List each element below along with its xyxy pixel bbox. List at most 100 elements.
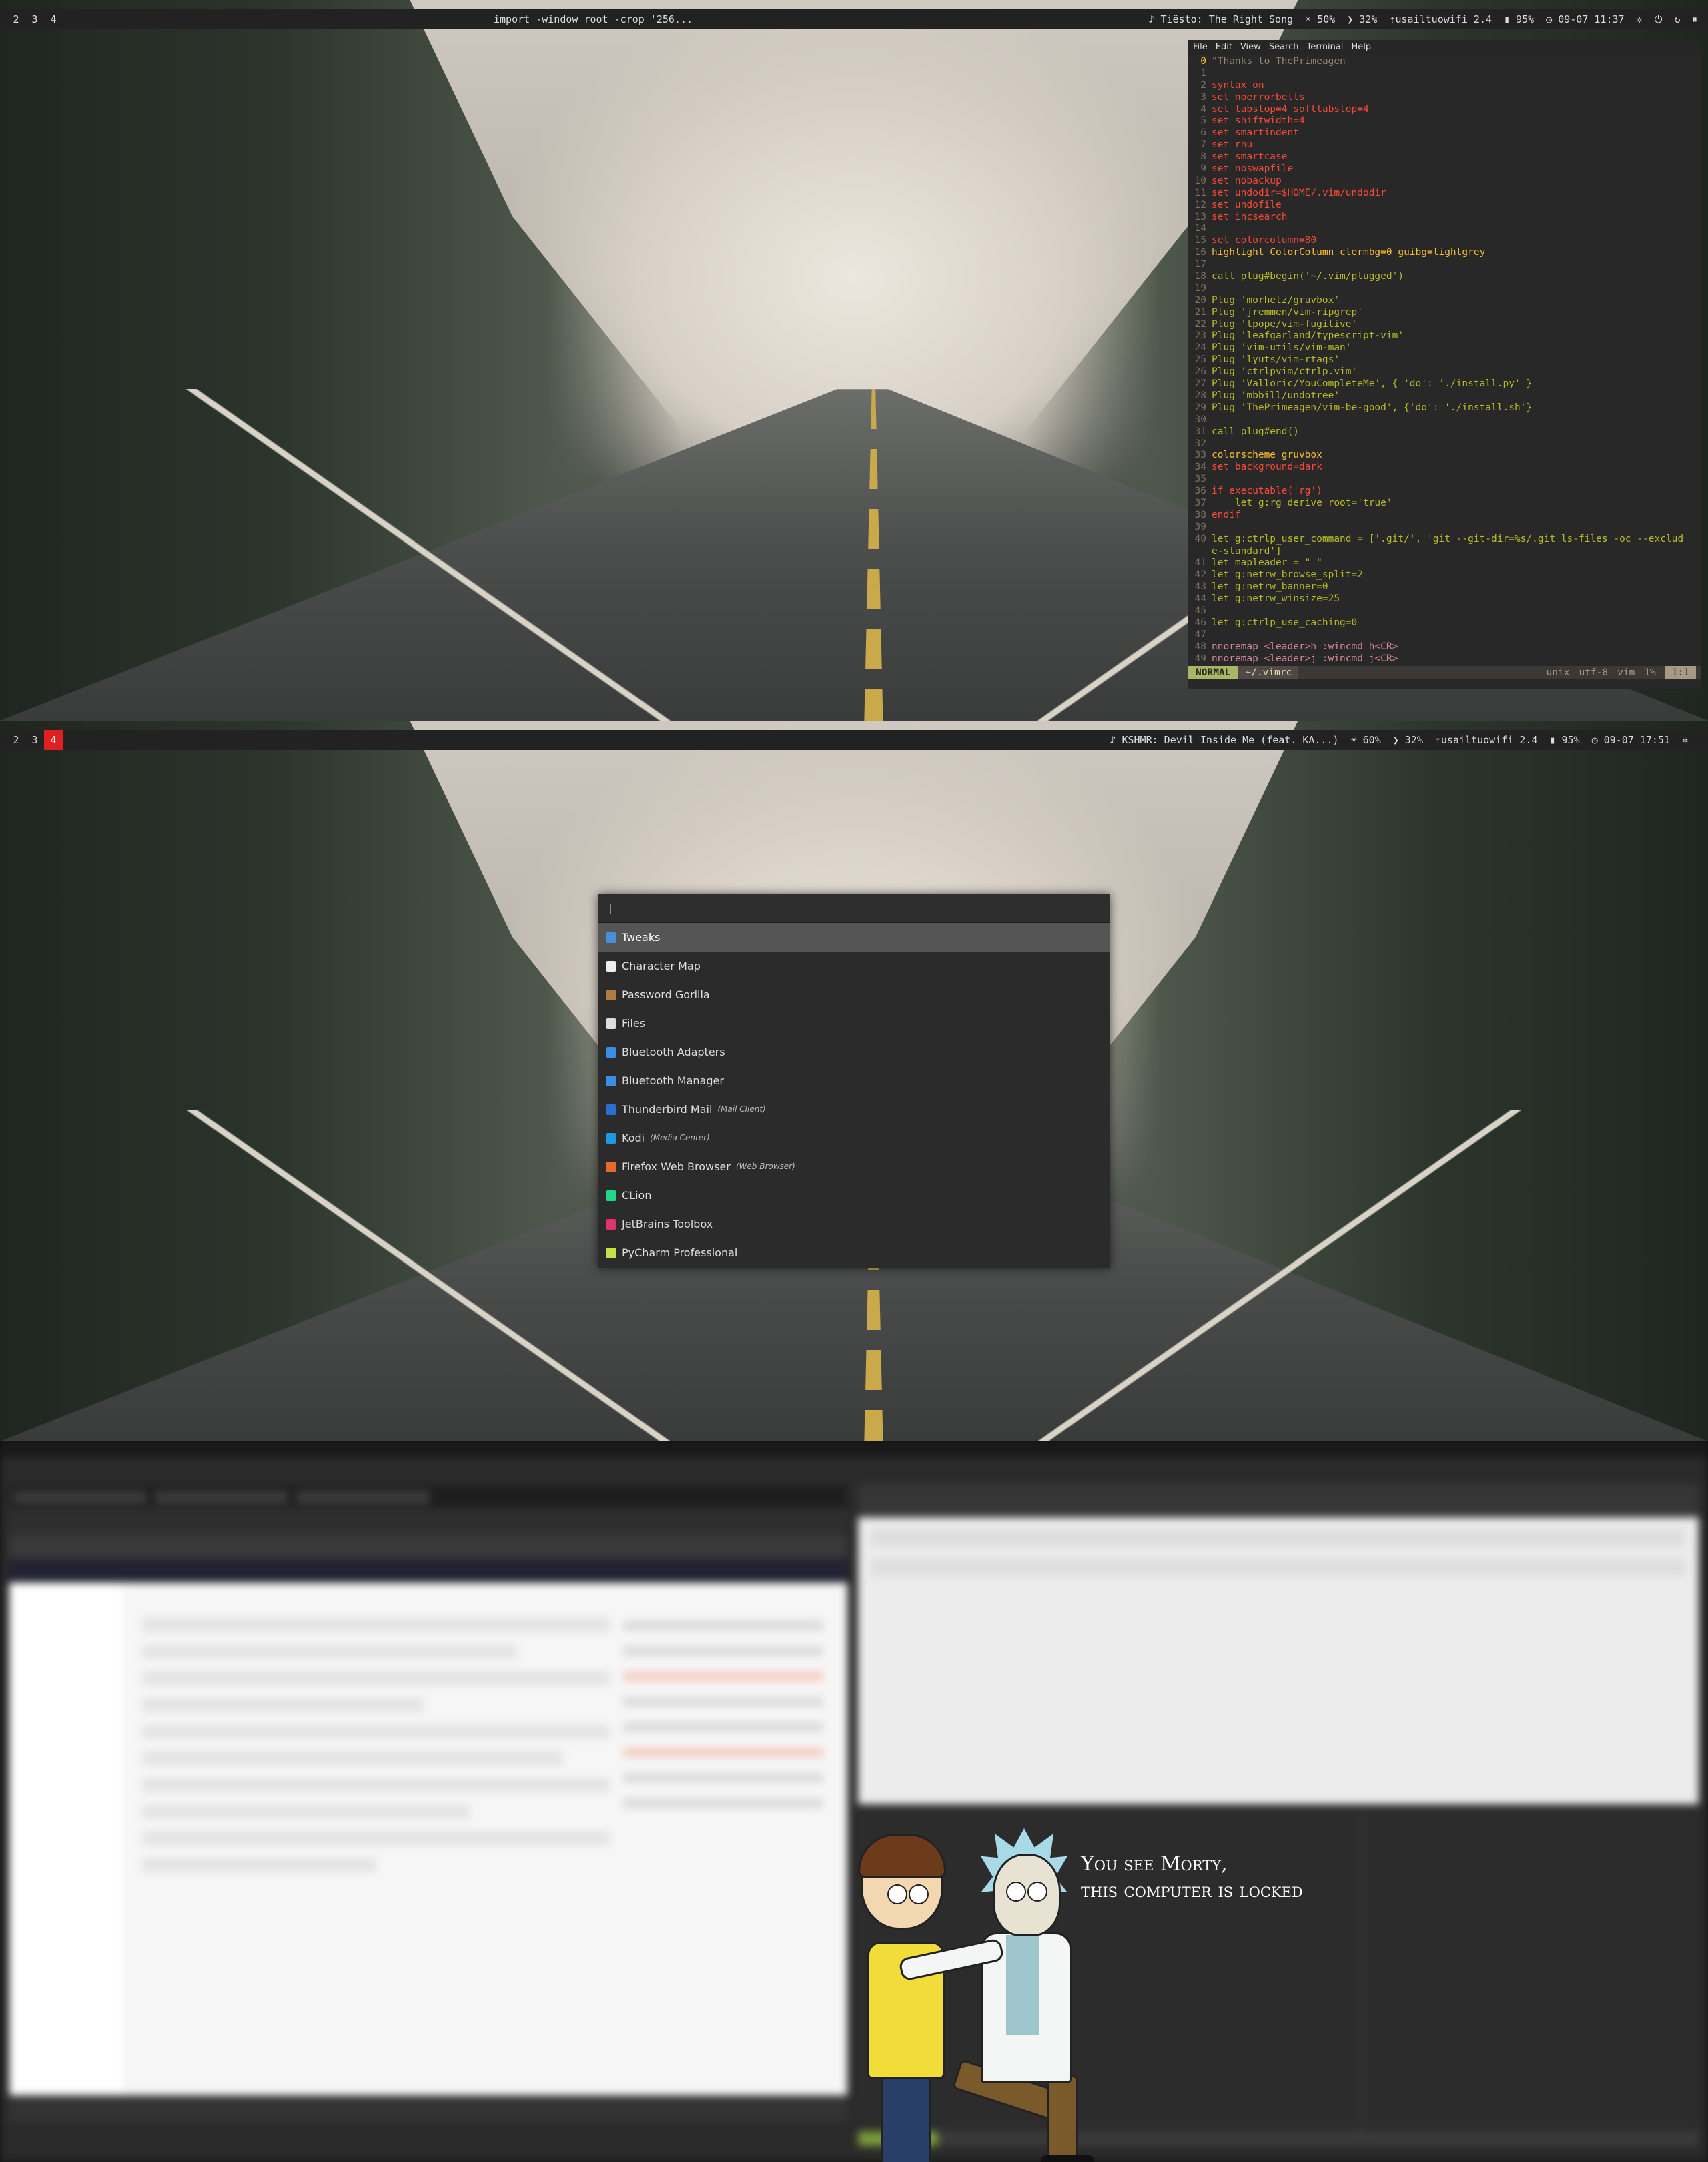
vim-line[interactable]: 0 "Thanks to ThePrimeagen: [1188, 56, 1701, 68]
vim-line[interactable]: 27 Plug 'Valloric/YouCompleteMe', { 'do':…: [1188, 378, 1701, 390]
vim-line[interactable]: 20 Plug 'morhetz/gruvbox': [1188, 295, 1701, 307]
menu-terminal[interactable]: Terminal: [1306, 40, 1343, 55]
vim-line[interactable]: 22 Plug 'tpope/vim-fugitive': [1188, 319, 1701, 331]
wifi-indicator[interactable]: ⇡usailtuowifi 2.4: [1389, 9, 1492, 29]
vim-line[interactable]: 15 set colorcolumn=80: [1188, 235, 1701, 247]
wifi-indicator[interactable]: ⇡usailtuowifi 2.4: [1435, 730, 1538, 750]
vim-line[interactable]: 46 let g:ctrlp_use_caching=0: [1188, 617, 1701, 629]
vim-line[interactable]: 34 set background=dark: [1188, 462, 1701, 474]
vim-line[interactable]: 3 set noerrorbells: [1188, 92, 1701, 104]
vim-line[interactable]: 12 set undofile: [1188, 200, 1701, 212]
workspace-button[interactable]: 3: [25, 730, 44, 750]
vim-line[interactable]: 48 nnoremap <leader>h :wincmd h<CR>: [1188, 641, 1701, 653]
workspace-button[interactable]: 3: [25, 9, 44, 29]
workspace-button[interactable]: 2: [7, 730, 25, 750]
vim-line[interactable]: 26 Plug 'ctrlpvim/ctrlp.vim': [1188, 366, 1701, 378]
launcher-item[interactable]: JetBrains Toolbox: [598, 1210, 1110, 1238]
vim-line[interactable]: 36 if executable('rg'): [1188, 486, 1701, 498]
launcher-item[interactable]: Thunderbird Mail (Mail Client): [598, 1095, 1110, 1124]
vim-line[interactable]: 21 Plug 'jremmen/vim-ripgrep': [1188, 307, 1701, 319]
vim-line[interactable]: 47: [1188, 629, 1701, 641]
vim-line[interactable]: 40 let g:ctrlp_user_command = ['.git/', '…: [1188, 534, 1701, 546]
vim-line[interactable]: 14: [1188, 223, 1701, 235]
music-now-playing[interactable]: ♪ KSHMR: Devil Inside Me (feat. KA...): [1110, 730, 1338, 750]
launcher-item[interactable]: Firefox Web Browser (Web Browser): [598, 1152, 1110, 1181]
vim-line[interactable]: 11 set undodir=$HOME/.vim/undodir: [1188, 188, 1701, 200]
vim-line[interactable]: 29 Plug 'ThePrimeagen/vim-be-good', {'do'…: [1188, 402, 1701, 414]
launcher-item-label: Password Gorilla: [622, 988, 710, 1001]
vim-line-number: 11: [1194, 187, 1206, 198]
vim-line-number: 19: [1194, 282, 1206, 294]
settings-icon[interactable]: ✲: [1682, 730, 1688, 750]
refresh-icon[interactable]: ↻: [1674, 9, 1680, 29]
vim-line[interactable]: 23 Plug 'leafgarland/typescript-vim': [1188, 330, 1701, 342]
vim-line[interactable]: 25 Plug 'lyuts/vim-rtags': [1188, 354, 1701, 366]
vim-line[interactable]: 7 set rnu: [1188, 139, 1701, 151]
workspace-button-active[interactable]: 4: [44, 730, 63, 750]
launcher-item[interactable]: Bluetooth Adapters: [598, 1038, 1110, 1066]
terminal-window[interactable]: File Edit View Search Terminal Help 0 "Th…: [1188, 40, 1701, 689]
vim-line[interactable]: 30: [1188, 414, 1701, 426]
vim-line[interactable]: 38 endif: [1188, 510, 1701, 522]
vim-line[interactable]: 45: [1188, 605, 1701, 617]
vim-fileformat: unix: [1546, 667, 1570, 678]
brightness-indicator[interactable]: ☀ 50%: [1305, 9, 1335, 29]
vim-line[interactable]: 37 let g:rg_derive_root='true': [1188, 498, 1701, 510]
vim-line[interactable]: 43 let g:netrw_banner=0: [1188, 581, 1701, 593]
menu-file[interactable]: File: [1193, 40, 1208, 55]
launcher-item[interactable]: Files: [598, 1009, 1110, 1038]
vim-line[interactable]: 8 set smartcase: [1188, 151, 1701, 163]
menu-search[interactable]: Search: [1269, 40, 1299, 55]
vim-line-number: 14: [1194, 223, 1206, 234]
vim-line[interactable]: 35: [1188, 474, 1701, 486]
vim-buffer[interactable]: 0 "Thanks to ThePrimeagen 1 2 syntax on 3 set …: [1188, 55, 1701, 665]
vim-line-number: 36: [1194, 486, 1206, 497]
launcher-item[interactable]: PyCharm Professional: [598, 1238, 1110, 1267]
launcher-search-input[interactable]: |: [598, 894, 1110, 923]
vim-line[interactable]: 5 set shiftwidth=4: [1188, 115, 1701, 127]
volume-indicator[interactable]: ❯ 32%: [1347, 9, 1377, 29]
vim-line[interactable]: 32: [1188, 438, 1701, 450]
vim-line[interactable]: 16 highlight ColorColumn ctermbg=0 guibg=…: [1188, 247, 1701, 259]
vim-line[interactable]: 13 set incsearch: [1188, 212, 1701, 224]
settings-icon[interactable]: ✲: [1637, 9, 1643, 29]
power-icon[interactable]: ⏻: [1655, 9, 1663, 29]
launcher-item[interactable]: Character Map: [598, 952, 1110, 980]
vim-line[interactable]: 39: [1188, 522, 1701, 534]
vim-line[interactable]: 10 set nobackup: [1188, 175, 1701, 188]
vim-line-number: 25: [1194, 354, 1206, 366]
clion-icon: [606, 1190, 616, 1201]
vim-line[interactable]: 24 Plug 'vim-utils/vim-man': [1188, 342, 1701, 354]
workspace-button[interactable]: 2: [7, 9, 25, 29]
launcher-item[interactable]: Tweaks: [598, 923, 1110, 952]
vim-line[interactable]: 31 call plug#end(): [1188, 426, 1701, 438]
vim-line[interactable]: 41 let mapleader = " ": [1188, 557, 1701, 569]
volume-indicator[interactable]: ❯ 32%: [1393, 730, 1423, 750]
vim-line[interactable]: 33 colorscheme gruvbox: [1188, 450, 1701, 462]
music-now-playing[interactable]: ♪ Tiësto: The Right Song: [1148, 9, 1293, 29]
vim-line[interactable]: 42 let g:netrw_browse_split=2: [1188, 569, 1701, 581]
vim-line[interactable]: 1: [1188, 68, 1701, 80]
brightness-indicator[interactable]: ☀ 60%: [1351, 730, 1381, 750]
vim-line[interactable]: 2 syntax on: [1188, 80, 1701, 92]
launcher-item[interactable]: Password Gorilla: [598, 980, 1110, 1009]
vim-line[interactable]: 6 set smartindent: [1188, 127, 1701, 139]
vim-line[interactable]: 44 let g:netrw_winsize=25: [1188, 593, 1701, 605]
vim-line[interactable]: 9 set noswapfile: [1188, 163, 1701, 175]
vim-line[interactable]: 4 set tabstop=4 softtabstop=4: [1188, 104, 1701, 116]
vim-line[interactable]: 28 Plug 'mbbill/undotree': [1188, 390, 1701, 402]
vim-line[interactable]: 17: [1188, 259, 1701, 271]
workspace-button[interactable]: 4: [44, 9, 63, 29]
launcher-item[interactable]: Kodi (Media Center): [598, 1124, 1110, 1152]
menu-view[interactable]: View: [1240, 40, 1261, 55]
menu-edit[interactable]: Edit: [1216, 40, 1232, 55]
launcher-item[interactable]: Bluetooth Manager: [598, 1066, 1110, 1095]
vim-line[interactable]: 18 call plug#begin('~/.vim/plugged'): [1188, 271, 1701, 283]
menu-help[interactable]: Help: [1351, 40, 1371, 55]
vim-line[interactable]: 19: [1188, 283, 1701, 295]
launcher-item[interactable]: CLion: [598, 1181, 1110, 1210]
vim-line[interactable]: 49 nnoremap <leader>j :wincmd j<CR>: [1188, 653, 1701, 665]
vim-line[interactable]: e-standard']: [1188, 546, 1701, 558]
app-launcher[interactable]: | Tweaks Character Map Password Gorilla Fil…: [598, 894, 1110, 1268]
pause-icon[interactable]: ⏸: [1692, 9, 1697, 29]
